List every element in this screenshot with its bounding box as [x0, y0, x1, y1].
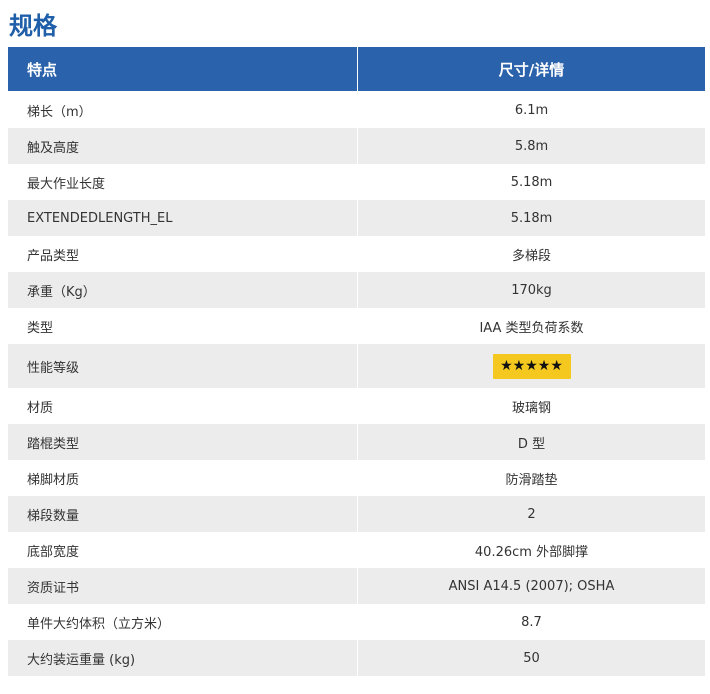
star-rating-icon: ★★★★★	[492, 353, 571, 379]
row-feature: 梯脚材质	[8, 460, 358, 496]
row-value: 40.26cm 外部脚撑	[358, 532, 706, 568]
row-feature: 踏棍类型	[8, 424, 358, 460]
specifications-page: 规格 特点 尺寸/详情 梯长（m） 6.1m 触及高度 5.8m 最大作业长度 …	[0, 0, 710, 694]
table-row: 承重（Kg） 170kg	[8, 272, 706, 308]
row-feature: 梯长（m）	[8, 92, 358, 128]
table-row: 单件大约体积（立方米） 8.7	[8, 604, 706, 640]
table-row: 梯长（m） 6.1m	[8, 92, 706, 128]
row-feature: EXTENDEDLENGTH_EL	[8, 200, 358, 236]
table-row: 资质证书 ANSI A14.5 (2007); OSHA	[8, 568, 706, 604]
row-value: 50	[358, 640, 706, 676]
row-value: 玻璃钢	[358, 388, 706, 424]
table-row: 最大作业长度 5.18m	[8, 164, 706, 200]
table-row: 踏棍类型 D 型	[8, 424, 706, 460]
table-row: 触及高度 5.8m	[8, 128, 706, 164]
table-row: 底部宽度 40.26cm 外部脚撑	[8, 532, 706, 568]
table-header-row: 特点 尺寸/详情	[8, 47, 706, 92]
row-feature: 梯段数量	[8, 496, 358, 532]
row-feature: 材质	[8, 388, 358, 424]
table-row: EXTENDEDLENGTH_EL 5.18m	[8, 200, 706, 236]
row-value: 6.1m	[358, 92, 706, 128]
row-feature: 底部宽度	[8, 532, 358, 568]
table-row: 材质 玻璃钢	[8, 388, 706, 424]
details-column-header: 尺寸/详情	[358, 47, 706, 92]
rating-cell: ★★★★★	[358, 344, 706, 388]
row-value: 170kg	[358, 272, 706, 308]
row-value: 防滑踏垫	[358, 460, 706, 496]
row-value: 5.18m	[358, 200, 706, 236]
page-title: 规格	[9, 12, 57, 40]
table-row: 梯段数量 2	[8, 496, 706, 532]
feature-column-header: 特点	[8, 47, 358, 92]
table-row: 大约装运重量 (kg) 50	[8, 640, 706, 676]
row-value: ANSI A14.5 (2007); OSHA	[358, 568, 706, 604]
table-row: 类型 IAA 类型负荷系数	[8, 308, 706, 344]
row-feature: 触及高度	[8, 128, 358, 164]
table-row: 梯脚材质 防滑踏垫	[8, 460, 706, 496]
row-feature: 性能等级	[8, 344, 358, 388]
row-feature: 大约装运重量 (kg)	[8, 640, 358, 676]
table-row: 性能等级 ★★★★★	[8, 344, 706, 388]
row-value: 5.18m	[358, 164, 706, 200]
row-feature: 最大作业长度	[8, 164, 358, 200]
specifications-table: 特点 尺寸/详情 梯长（m） 6.1m 触及高度 5.8m 最大作业长度 5.1…	[8, 47, 706, 676]
row-feature: 类型	[8, 308, 358, 344]
row-feature: 单件大约体积（立方米）	[8, 604, 358, 640]
row-value: 2	[358, 496, 706, 532]
table-row: 产品类型 多梯段	[8, 236, 706, 272]
row-value: 多梯段	[358, 236, 706, 272]
row-feature: 承重（Kg）	[8, 272, 358, 308]
row-value: 8.7	[358, 604, 706, 640]
row-value: IAA 类型负荷系数	[358, 308, 706, 344]
row-feature: 资质证书	[8, 568, 358, 604]
row-feature: 产品类型	[8, 236, 358, 272]
row-value: D 型	[358, 424, 706, 460]
row-value: 5.8m	[358, 128, 706, 164]
